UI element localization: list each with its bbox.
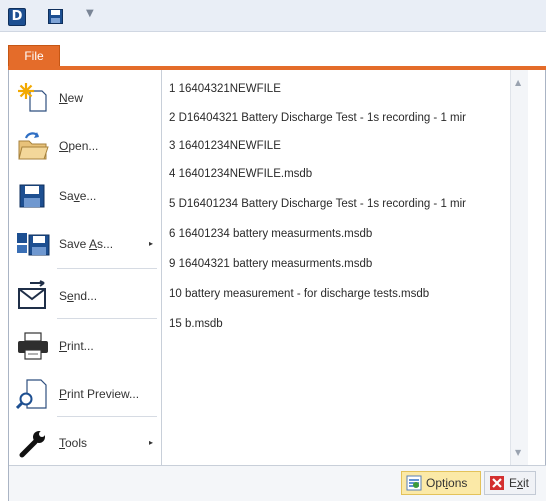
recent-file-item[interactable]: 2 D16404321 Battery Discharge Test - 1s … — [169, 108, 528, 128]
options-button[interactable]: Options — [401, 471, 481, 495]
menu-item-send-label: Send... — [59, 289, 98, 303]
menu-item-tools[interactable]: Tools ▸ — [9, 419, 161, 467]
options-button-label: Options — [426, 476, 468, 490]
scroll-down-arrow-icon[interactable]: ▼ — [515, 448, 521, 457]
new-star-document-icon — [15, 80, 51, 116]
submenu-arrow-icon: ▸ — [148, 239, 153, 248]
submenu-arrow-icon: ▸ — [148, 438, 153, 447]
menu-item-save-label: Save... — [59, 189, 97, 203]
file-menu-commands: New Open... Save... Save As... ▸ Send...… — [9, 70, 162, 465]
recent-file-item[interactable]: 6 16401234 battery measurments.msdb — [169, 224, 528, 244]
recent-files-list: 1 16404321NEWFILE 2 D16404321 Battery Di… — [163, 70, 528, 465]
menu-separator — [57, 268, 157, 269]
tab-file-label: File — [24, 49, 44, 63]
menu-item-tools-label: Tools — [59, 436, 88, 450]
wrench-icon — [15, 425, 51, 461]
recent-file-item[interactable]: 4 16401234NEWFILE.msdb — [169, 164, 528, 184]
menu-item-save-as[interactable]: Save As... ▸ — [9, 220, 161, 268]
recent-file-item[interactable]: 1 16404321NEWFILE — [169, 79, 528, 99]
menu-item-open-label: Open... — [59, 139, 99, 153]
app-logo-icon[interactable]: D — [8, 8, 26, 26]
print-preview-icon — [15, 376, 51, 412]
recent-file-item[interactable]: 3 16401234NEWFILE — [169, 136, 528, 156]
menu-item-send[interactable]: Send... — [9, 272, 161, 320]
menu-item-print-preview-label: Print Preview... — [59, 387, 140, 401]
quick-access-toolbar: D ▼ — [0, 0, 546, 32]
recent-file-item[interactable]: 10 battery measurement - for discharge t… — [169, 284, 528, 304]
recent-file-item[interactable]: 5 D16401234 Battery Discharge Test - 1s … — [169, 194, 528, 214]
printer-icon — [15, 328, 51, 364]
quick-save-icon[interactable] — [48, 9, 63, 27]
menu-item-save-as-label: Save As... — [59, 237, 114, 251]
menu-item-open[interactable]: Open... — [9, 122, 161, 170]
menu-item-print-label: Print... — [59, 339, 94, 353]
exit-button-label: Exit — [509, 476, 530, 490]
menu-item-new[interactable]: New — [9, 74, 161, 122]
menu-separator — [57, 318, 157, 319]
tab-file[interactable]: File — [8, 45, 60, 67]
file-menu-footer: Options Exit — [9, 465, 546, 501]
customize-toolbar-dropdown-icon[interactable]: ▼ — [86, 8, 94, 19]
exit-x-icon — [489, 475, 505, 491]
app-logo-letter: D — [11, 9, 23, 24]
floppy-disk-icon — [15, 178, 51, 214]
menu-item-print[interactable]: Print... — [9, 322, 161, 370]
menu-item-save[interactable]: Save... — [9, 172, 161, 220]
options-icon — [406, 475, 422, 491]
save-as-icon — [15, 226, 51, 262]
file-menu-panel: New Open... Save... Save As... ▸ Send...… — [8, 70, 546, 501]
open-folder-icon — [15, 128, 51, 164]
menu-item-new-label: New — [59, 91, 84, 105]
recent-file-item[interactable]: 15 b.msdb — [169, 314, 528, 334]
menu-item-print-preview[interactable]: Print Preview... — [9, 370, 161, 418]
send-envelope-icon — [15, 278, 51, 314]
scroll-up-arrow-icon[interactable]: ▲ — [515, 78, 521, 87]
menu-separator — [57, 416, 157, 417]
recent-file-item[interactable]: 9 16404321 battery measurments.msdb — [169, 254, 528, 274]
recent-list-scrollbar[interactable]: ▲ ▼ — [510, 70, 528, 465]
exit-button[interactable]: Exit — [484, 471, 536, 495]
